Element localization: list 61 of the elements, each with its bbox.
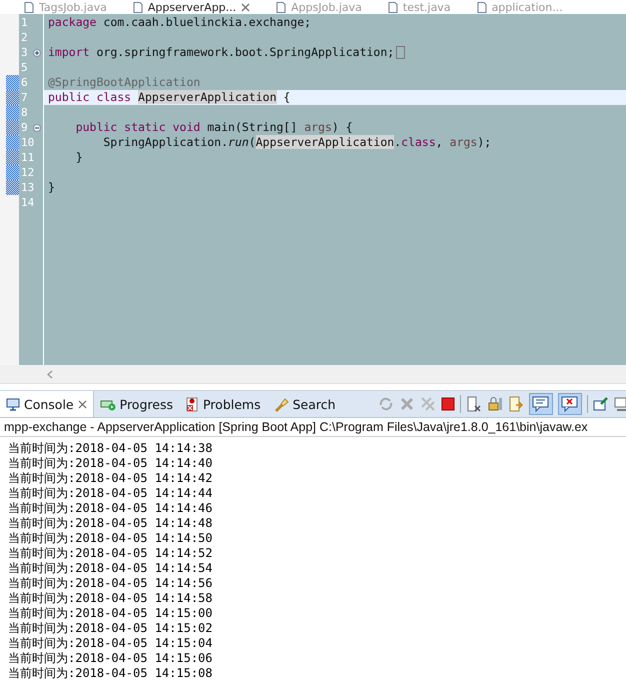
console-line: 当前时间为:2018-04-05 14:14:42 xyxy=(8,471,214,486)
console-line: 当前时间为:2018-04-05 14:14:46 xyxy=(8,501,214,516)
view-tab[interactable]: Progress xyxy=(94,391,179,417)
line-number: 2 xyxy=(21,31,28,44)
console-line: 当前时间为:2018-04-05 14:14:50 xyxy=(8,531,214,546)
code-line: public class AppserverApplication { xyxy=(48,90,290,105)
problems-icon xyxy=(184,396,199,412)
code-line: package com.caah.bluelinckia.exchange; xyxy=(48,15,312,30)
code-line: SpringApplication.run(AppserverApplication.class, args); xyxy=(102,135,492,150)
console-line: 当前时间为:2018-04-05 14:14:48 xyxy=(8,516,214,531)
code-line: @SpringBootApplication xyxy=(48,75,200,90)
console-line: 当前时间为:2018-04-05 14:14:52 xyxy=(8,546,214,561)
close-icon[interactable] xyxy=(78,400,87,408)
line-number: 7 xyxy=(21,91,28,104)
monitor-icon xyxy=(6,398,20,410)
console-line: 当前时间为:2018-04-05 14:14:38 xyxy=(8,441,214,456)
console-line: 当前时间为:2018-04-05 14:15:06 xyxy=(8,651,214,666)
console-title: mpp-exchange - AppserverApplication [Spring Boot App] C:\Program Files\Java\jre1.8.0_161\bin\javaw.ex xyxy=(0,418,626,437)
view-tab[interactable]: Search xyxy=(266,391,342,417)
line-number: 1 xyxy=(21,16,28,29)
console-line: 当前时间为:2018-04-05 14:14:40 xyxy=(8,456,214,471)
line-number: 12 xyxy=(21,166,34,179)
flashlight-icon xyxy=(272,396,289,412)
line-number: 10 xyxy=(21,136,34,149)
document-arrow-icon[interactable] xyxy=(508,396,524,412)
view-tab[interactable]: Problems xyxy=(178,391,267,417)
folded-marker[interactable] xyxy=(396,46,406,59)
console-line: 当前时间为:2018-04-05 14:14:44 xyxy=(8,486,214,501)
error-message-icon[interactable] xyxy=(558,393,582,415)
console-line: 当前时间为:2018-04-05 14:14:54 xyxy=(8,561,214,576)
clear-document-icon[interactable] xyxy=(466,396,482,412)
console-line: 当前时间为:2018-04-05 14:15:00 xyxy=(8,606,214,621)
file-icon xyxy=(132,2,143,12)
lock-icon[interactable] xyxy=(487,396,503,412)
line-number: 14 xyxy=(21,196,34,209)
console-line: 当前时间为:2018-04-05 14:15:08 xyxy=(8,666,214,681)
line-number: 3 xyxy=(21,46,28,59)
scroll-left-icon[interactable] xyxy=(47,370,53,378)
code-line: import org.springframework.boot.SpringApplication; xyxy=(48,45,394,60)
stop-icon[interactable] xyxy=(441,397,455,411)
pin-icon[interactable] xyxy=(593,396,609,412)
progress-icon xyxy=(100,398,116,410)
close-icon[interactable] xyxy=(241,2,250,12)
line-number: 5 xyxy=(21,61,28,74)
console-line: 当前时间为:2018-04-05 14:14:58 xyxy=(8,591,214,606)
line-number: 11 xyxy=(21,151,34,164)
line-number: 9 xyxy=(21,121,28,134)
line-number: 8 xyxy=(21,106,28,119)
code-line: public static void main(String[] args) { xyxy=(74,120,353,135)
line-number: 6 xyxy=(21,76,28,89)
collapse-icon[interactable] xyxy=(33,124,41,132)
view-tab[interactable]: Console xyxy=(0,391,94,417)
expand-icon[interactable] xyxy=(33,49,41,57)
console-line: 当前时间为:2018-04-05 14:14:56 xyxy=(8,576,214,591)
console-line: 当前时间为:2018-04-05 14:15:04 xyxy=(8,636,214,651)
code-line: } xyxy=(48,180,55,195)
display-icon[interactable] xyxy=(614,396,626,412)
code-line: } xyxy=(74,150,83,165)
message-icon[interactable] xyxy=(529,393,553,415)
line-number: 13 xyxy=(21,181,34,194)
console-line: 当前时间为:2018-04-05 14:15:02 xyxy=(8,621,214,636)
